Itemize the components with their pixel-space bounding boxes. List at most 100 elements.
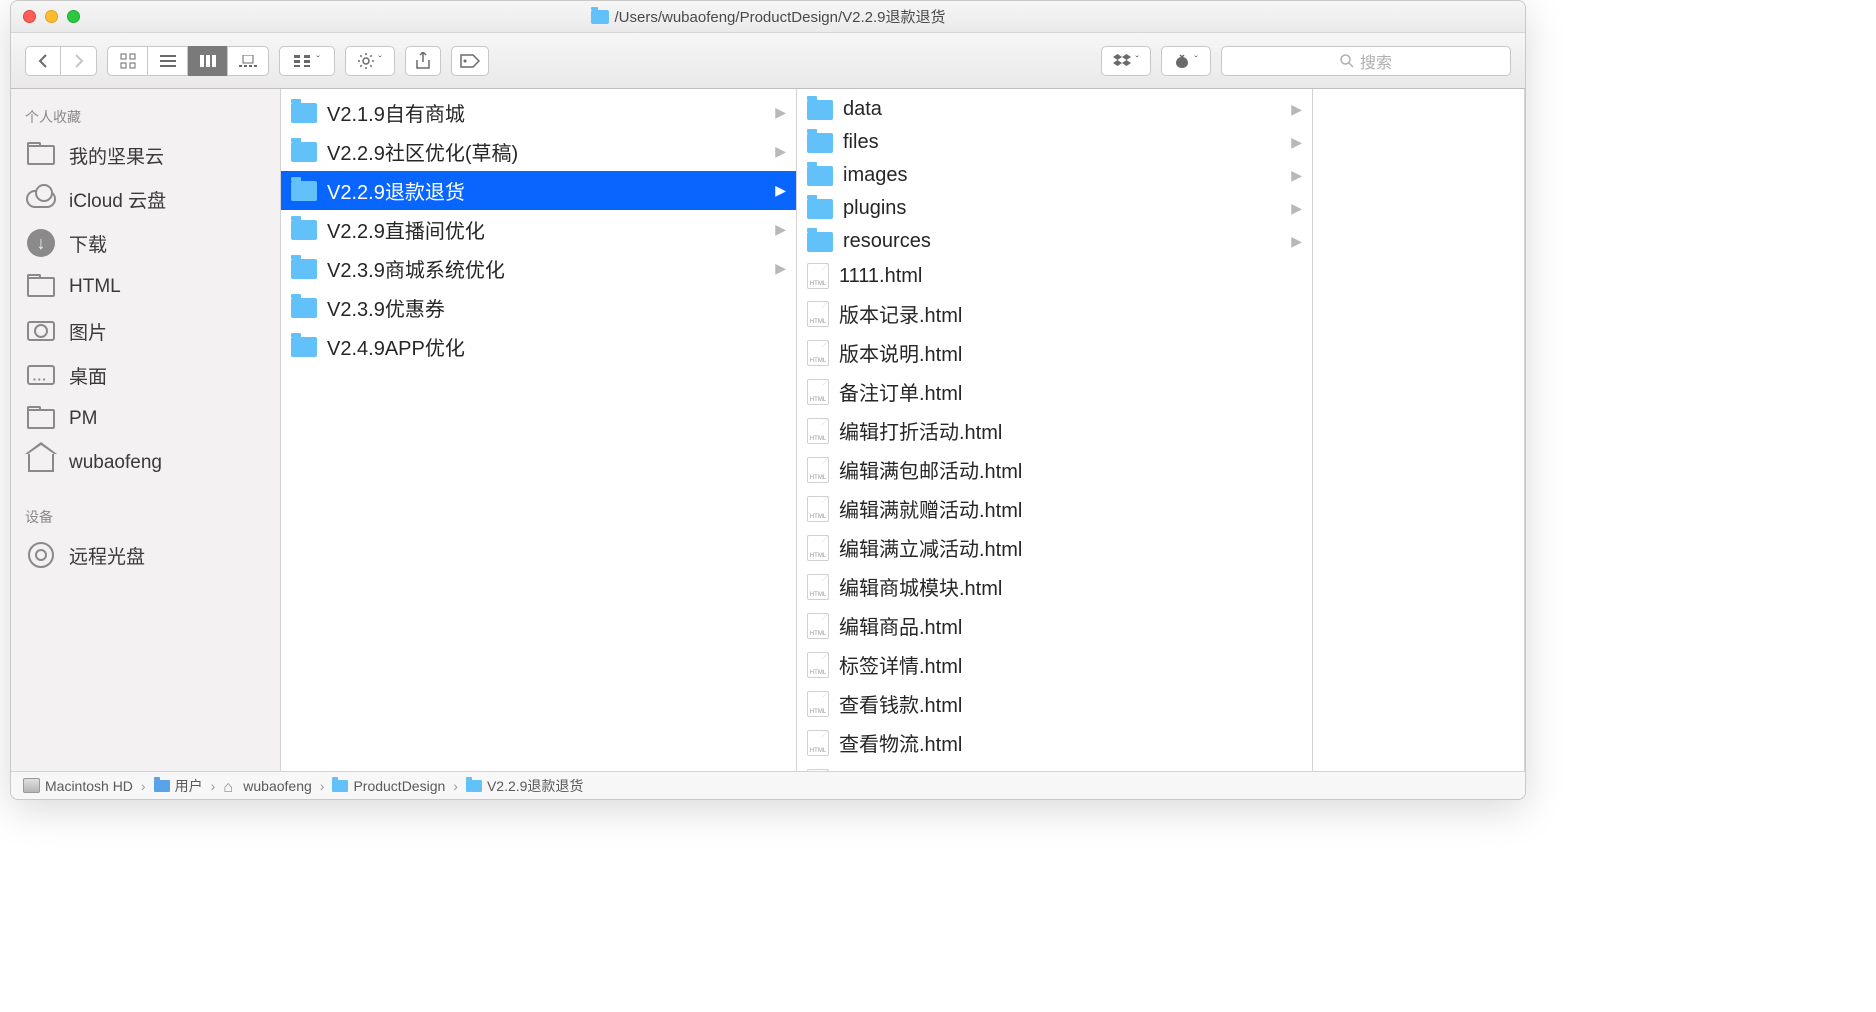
- list-view-button[interactable]: [148, 46, 188, 76]
- html-file-icon: HTML: [807, 652, 829, 678]
- file-row[interactable]: HTML版本说明.html: [797, 333, 1312, 372]
- item-name: 1111.html: [839, 265, 922, 288]
- sidebar-item[interactable]: 远程光盘: [11, 533, 280, 577]
- strawberry-button[interactable]: ˇ: [1161, 46, 1211, 76]
- sidebar-item-label: 远程光盘: [69, 542, 145, 569]
- path-segment[interactable]: ProductDesign: [332, 778, 445, 794]
- html-file-icon: HTML: [807, 340, 829, 366]
- file-row[interactable]: HTML编辑商品.html: [797, 606, 1312, 645]
- folder-icon: [25, 403, 57, 435]
- html-file-icon: HTML: [807, 730, 829, 756]
- file-row[interactable]: HTML查看钱款.html: [797, 684, 1312, 723]
- file-row[interactable]: HTML编辑满立减活动.html: [797, 528, 1312, 567]
- folder-icon: [591, 10, 609, 24]
- action-button[interactable]: ˇ: [345, 46, 395, 76]
- chevron-right-icon: ▶: [775, 104, 786, 121]
- file-row[interactable]: HTML1111.html: [797, 258, 1312, 294]
- path-segment[interactable]: Macintosh HD: [23, 778, 133, 794]
- chevron-right-icon: ▶: [1291, 200, 1302, 217]
- sidebar-item-label: wubaofeng: [69, 452, 162, 474]
- titlebar[interactable]: /Users/wubaofeng/ProductDesign/V2.2.9退款退…: [11, 1, 1525, 33]
- file-row[interactable]: HTML 备注订单.html: [797, 372, 1312, 411]
- home-icon: [223, 779, 238, 793]
- home-icon: [25, 447, 57, 479]
- group-by-button[interactable]: ˇ: [279, 46, 335, 76]
- sidebar-item[interactable]: 我的坚果云: [11, 133, 280, 177]
- zoom-button[interactable]: [67, 10, 80, 23]
- desktop-icon: [25, 359, 57, 391]
- gallery-view-button[interactable]: [228, 46, 268, 76]
- folder-row[interactable]: resources▶: [797, 225, 1312, 258]
- item-name: V2.4.9APP优化: [327, 332, 465, 361]
- file-row[interactable]: HTML查看物流.html: [797, 723, 1312, 762]
- file-row[interactable]: HTML版本记录.html: [797, 294, 1312, 333]
- tags-button[interactable]: [451, 46, 489, 76]
- sidebar-item[interactable]: 桌面: [11, 353, 280, 397]
- folder-row[interactable]: V2.3.9优惠券: [281, 288, 796, 327]
- html-file-icon: HTML: [807, 613, 829, 639]
- sidebar: 个人收藏 我的坚果云iCloud 云盘↓下载HTML图片桌面PMwubaofen…: [11, 89, 281, 771]
- html-file-icon: HTML: [807, 379, 829, 405]
- close-button[interactable]: [23, 10, 36, 23]
- file-row[interactable]: HTML产品数据.html: [797, 762, 1312, 771]
- chevron-right-icon: ▶: [1291, 101, 1302, 118]
- folder-row[interactable]: data▶: [797, 93, 1312, 126]
- toolbar: ˇ ˇ ˇ ˇ 搜索: [11, 33, 1525, 89]
- sidebar-item[interactable]: wubaofeng: [11, 441, 280, 485]
- forward-button[interactable]: [61, 46, 97, 76]
- sidebar-item-label: 桌面: [69, 362, 107, 389]
- column-view-button[interactable]: [188, 46, 228, 76]
- sidebar-item-label: 下载: [69, 230, 107, 257]
- folder-icon: [807, 199, 833, 219]
- dropbox-button[interactable]: ˇ: [1101, 46, 1151, 76]
- icon-view-button[interactable]: [108, 46, 148, 76]
- sidebar-item-label: 我的坚果云: [69, 142, 164, 169]
- folder-row[interactable]: files▶: [797, 126, 1312, 159]
- folder-row[interactable]: images▶: [797, 159, 1312, 192]
- sidebar-item[interactable]: PM: [11, 397, 280, 441]
- item-name: V2.3.9商城系统优化: [327, 254, 505, 283]
- folder-row[interactable]: V2.3.9商城系统优化 ▶: [281, 249, 796, 288]
- folder-row[interactable]: V2.4.9APP优化: [281, 327, 796, 366]
- file-row[interactable]: HTML编辑满就赠活动.html: [797, 489, 1312, 528]
- folder-row[interactable]: V2.2.9直播间优化▶: [281, 210, 796, 249]
- sidebar-item[interactable]: HTML: [11, 265, 280, 309]
- path-segment[interactable]: wubaofeng: [223, 778, 312, 794]
- folder-row[interactable]: V2.2.9社区优化(草稿)▶: [281, 132, 796, 171]
- folder-icon: [807, 166, 833, 186]
- html-file-icon: HTML: [807, 769, 829, 772]
- column-2[interactable]: data▶files▶images▶plugins▶resources▶HTML…: [797, 89, 1313, 771]
- column-browser: V2.1.9自有商城▶V2.2.9社区优化(草稿)▶V2.2.9退款退货▶V2.…: [281, 89, 1525, 771]
- folder-icon: [25, 271, 57, 303]
- sidebar-item[interactable]: ↓下载: [11, 221, 280, 265]
- html-file-icon: HTML: [807, 691, 829, 717]
- column-1[interactable]: V2.1.9自有商城▶V2.2.9社区优化(草稿)▶V2.2.9退款退货▶V2.…: [281, 89, 797, 771]
- folder-row[interactable]: V2.1.9自有商城▶: [281, 93, 796, 132]
- folder-row[interactable]: V2.2.9退款退货▶: [281, 171, 796, 210]
- file-row[interactable]: HTML标签详情.html: [797, 645, 1312, 684]
- chevron-right-icon: ›: [141, 778, 146, 794]
- chevron-right-icon: ▶: [775, 143, 786, 160]
- item-name: 备注订单.html: [839, 377, 962, 406]
- html-file-icon: HTML: [807, 457, 829, 483]
- html-file-icon: HTML: [807, 535, 829, 561]
- folder-icon: [807, 232, 833, 252]
- item-name: 编辑商城模块.html: [839, 572, 1002, 601]
- folder-row[interactable]: plugins▶: [797, 192, 1312, 225]
- share-button[interactable]: [405, 46, 441, 76]
- back-button[interactable]: [25, 46, 61, 76]
- finder-window: /Users/wubaofeng/ProductDesign/V2.2.9退款退…: [10, 0, 1526, 800]
- path-segment[interactable]: V2.2.9退款退货: [466, 776, 583, 796]
- file-row[interactable]: HTML编辑商城模块.html: [797, 567, 1312, 606]
- column-3[interactable]: [1313, 89, 1525, 771]
- chevron-right-icon: ▶: [775, 260, 786, 277]
- file-row[interactable]: HTML编辑满包邮活动.html: [797, 450, 1312, 489]
- folder-icon: [466, 780, 482, 792]
- minimize-button[interactable]: [45, 10, 58, 23]
- search-input[interactable]: 搜索: [1221, 46, 1511, 76]
- file-row[interactable]: HTML编辑打折活动.html: [797, 411, 1312, 450]
- sidebar-item[interactable]: 图片: [11, 309, 280, 353]
- path-segment[interactable]: 用户: [154, 776, 203, 796]
- sidebar-item[interactable]: iCloud 云盘: [11, 177, 280, 221]
- html-file-icon: HTML: [807, 496, 829, 522]
